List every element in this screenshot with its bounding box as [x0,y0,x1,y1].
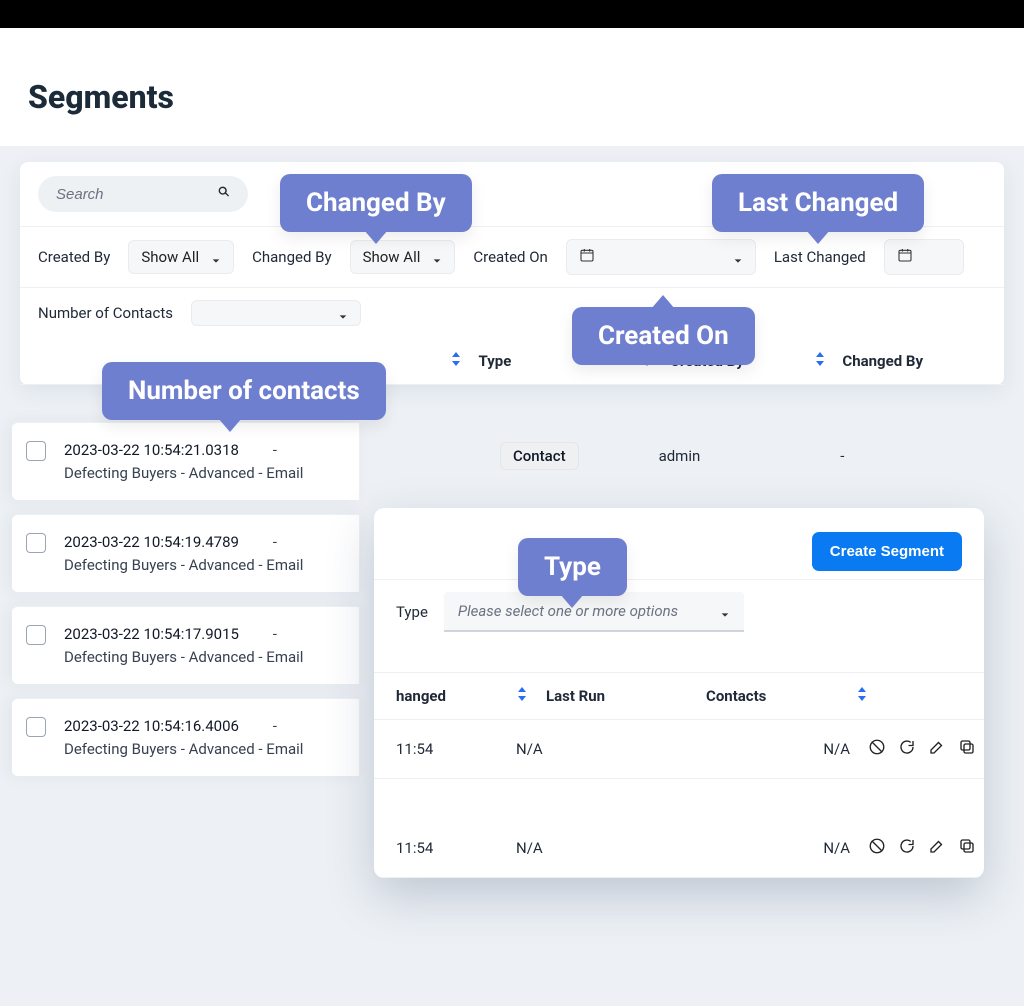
filters-row-2: Number of Contacts [20,288,1004,338]
table-row[interactable]: 2023-03-22 10:54:17.9015 - Defecting Buy… [12,606,360,684]
chevron-down-icon [338,308,348,318]
row-checkbox[interactable] [26,441,46,461]
table-row[interactable]: 2023-03-22 10:54:19.4789 - Defecting Buy… [12,514,360,592]
sort-icon[interactable] [814,352,843,370]
row-contacts: N/A [786,740,856,758]
type-dropdown[interactable]: Please select one or more options [444,592,744,632]
create-segment-button[interactable]: Create Segment [812,532,962,571]
sort-icon[interactable] [450,352,479,370]
row-checkbox[interactable] [26,533,46,553]
callout-type: Type [518,538,627,596]
disable-icon[interactable] [868,738,886,760]
row-name: Defecting Buyers - Advanced - Email [64,648,303,666]
sort-icon[interactable] [856,687,886,705]
chevron-down-icon [733,252,743,262]
row-checkbox[interactable] [26,717,46,737]
row-changed: 11:54 [396,740,516,758]
callout-number-of-contacts: Number of contacts [102,362,386,420]
row-timestamp: 2023-03-22 10:54:17.9015 [64,625,239,643]
search-input[interactable] [54,185,204,204]
row-name: Defecting Buyers - Advanced - Email [64,740,303,758]
row-1-details: Contact admin - [500,442,844,470]
row-created-by: admin [659,447,701,465]
sort-icon[interactable] [516,687,546,705]
dash: - [273,623,277,646]
column-changed[interactable]: hanged [396,687,516,705]
filter-created-on-dropdown[interactable] [566,239,756,275]
edit-icon[interactable] [928,837,946,859]
segments-list: 2023-03-22 10:54:21.0318 - Defecting Buy… [0,402,360,790]
detail-type-filter: Type Please select one or more options [374,580,984,672]
edit-icon[interactable] [928,738,946,760]
window-topbar [0,0,1024,28]
detail-row: 11:54 N/A N/A [374,720,984,779]
copy-icon[interactable] [958,837,976,859]
refresh-icon[interactable] [898,738,916,760]
filter-created-by-value: Show All [141,248,199,266]
row-last-run: N/A [516,740,706,758]
filter-changed-by-label: Changed By [252,248,331,266]
dash: - [273,439,277,462]
detail-row: 11:54 N/A N/A [374,819,984,878]
filter-num-contacts-dropdown[interactable] [191,300,361,326]
chevron-down-icon [432,252,442,262]
dash: - [273,531,277,554]
callout-changed-by: Changed By [280,174,472,232]
page-title: Segments [28,78,1024,116]
filter-created-on-label: Created On [473,248,547,266]
calendar-icon [579,247,595,267]
column-contacts[interactable]: Contacts [706,687,856,705]
row-name: Defecting Buyers - Advanced - Email [64,556,303,574]
row-checkbox[interactable] [26,625,46,645]
row-contacts: N/A [786,839,856,857]
filter-changed-by-dropdown[interactable]: Show All [350,240,456,274]
table-row[interactable]: 2023-03-22 10:54:21.0318 - Defecting Buy… [12,422,360,500]
chevron-down-icon [211,252,221,262]
filter-changed-by-value: Show All [363,248,421,266]
copy-icon[interactable] [958,738,976,760]
row-changed: 11:54 [396,839,516,857]
row-name: Defecting Buyers - Advanced - Email [64,464,303,482]
filter-last-changed-label: Last Changed [774,248,866,266]
callout-last-changed: Last Changed [712,174,924,232]
calendar-icon [897,247,913,267]
search-box[interactable] [38,176,248,212]
column-changed-by[interactable]: Changed By [842,352,986,370]
disable-icon[interactable] [868,837,886,859]
detail-table-header: hanged Last Run Contacts [374,672,984,720]
table-row[interactable]: 2023-03-22 10:54:16.4006 - Defecting Buy… [12,698,360,776]
segments-detail-card: Create Segment Type Please select one or… [374,508,984,878]
detail-card-header: Create Segment [374,508,984,580]
filter-created-by-dropdown[interactable]: Show All [128,240,234,274]
row-timestamp: 2023-03-22 10:54:16.4006 [64,717,239,735]
type-label: Type [396,603,428,621]
row-timestamp: 2023-03-22 10:54:19.4789 [64,533,239,551]
row-changed-by: - [840,447,844,465]
refresh-icon[interactable] [898,837,916,859]
filters-row-1: Created By Show All Changed By Show All … [20,227,1004,288]
filter-created-by-label: Created By [38,248,110,266]
chevron-down-icon [720,606,730,616]
row-timestamp: 2023-03-22 10:54:21.0318 [64,441,239,459]
search-icon [216,184,232,204]
dash: - [273,715,277,738]
filter-last-changed-dropdown[interactable] [884,239,964,275]
type-badge: Contact [500,442,579,470]
callout-created-on: Created On [572,307,755,365]
column-last-run[interactable]: Last Run [546,687,706,705]
filter-num-contacts-label: Number of Contacts [38,304,173,322]
row-last-run: N/A [516,839,706,857]
